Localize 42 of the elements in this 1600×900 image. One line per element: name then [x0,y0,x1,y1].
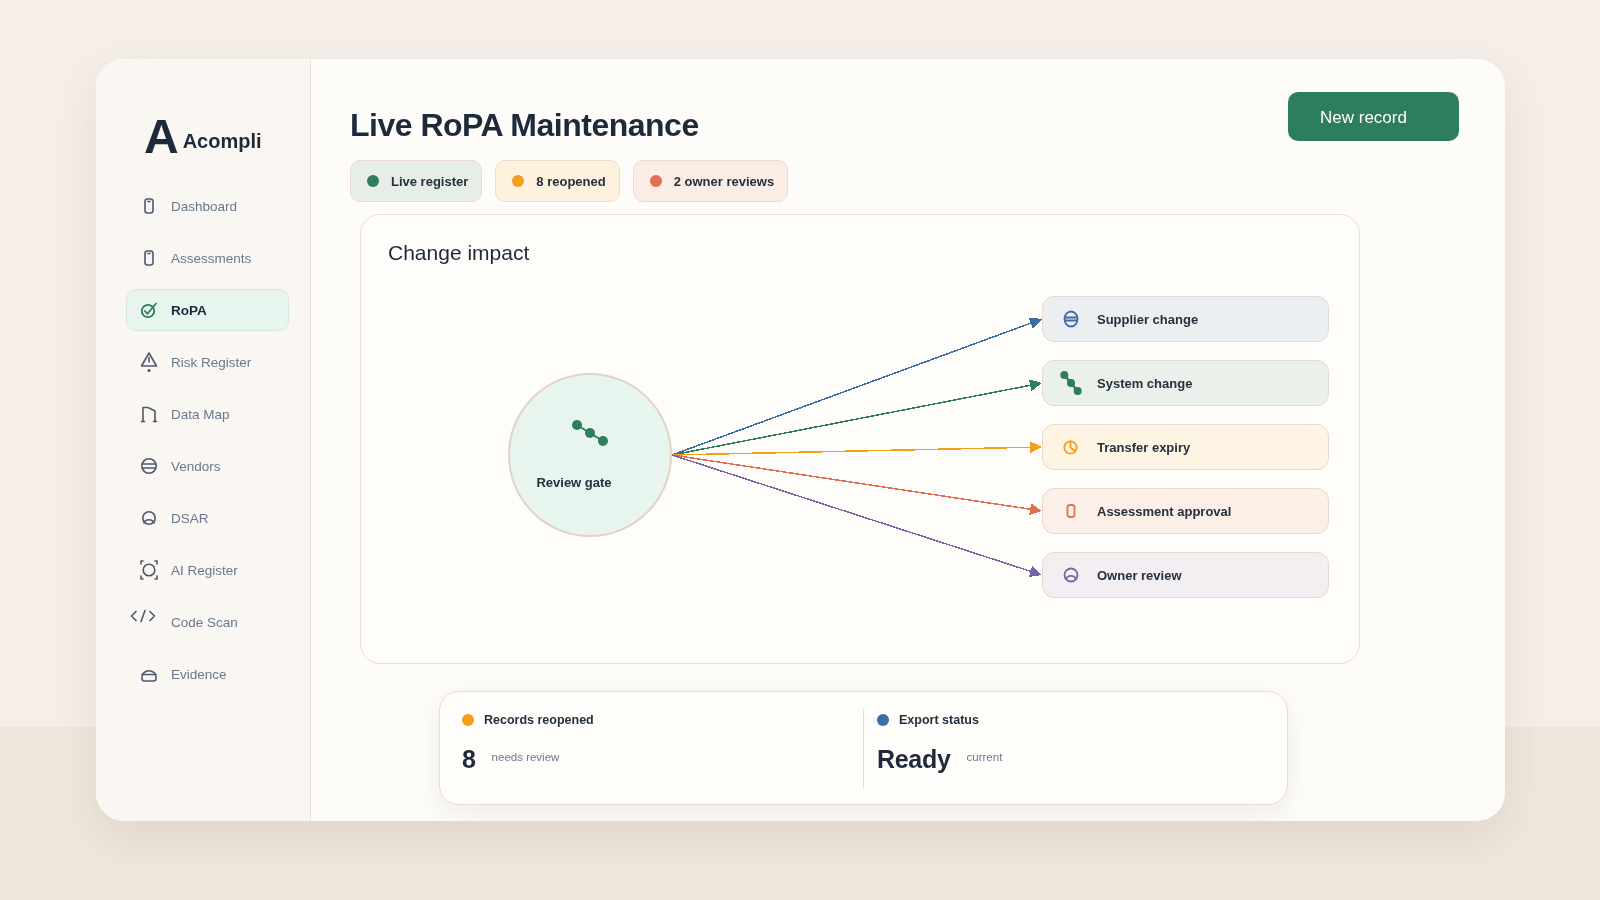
page-title: Live RoPA Maintenance [350,106,700,144]
stat-value: Ready [877,744,951,774]
pill-label: 8 reopened [536,173,606,189]
nav-item[interactable]: Data Map [126,393,289,435]
banded-circle-icon [140,457,158,475]
stat-label: Records reopened [484,713,594,727]
nav-item[interactable]: RoPA [126,289,289,331]
node-label: System change [1097,375,1193,391]
warning-icon [140,351,158,373]
nav-item[interactable]: Risk Register [126,341,289,383]
pill-label: 2 owner reviews [673,173,775,189]
logo-mark: A [144,115,179,159]
node-label: Review gate [536,475,612,490]
nav-item[interactable]: Assessments [126,237,289,279]
bracket-line-icon [140,405,158,423]
code-icon [130,609,156,623]
circle-arc-icon [1062,566,1080,584]
circle-arc-icon [140,509,158,527]
nav-item[interactable]: Vendors [126,445,289,487]
nav-item[interactable]: DSAR [126,497,289,539]
node-label: Assessment approval [1097,503,1232,519]
node-label: Owner review [1097,567,1182,583]
framed-circle-icon [139,559,159,581]
banded-circle-icon [1062,310,1080,328]
nav-item[interactable]: Code Scan [126,601,289,643]
clock-icon [1062,438,1080,456]
stat-value: 8 [462,744,476,774]
nav-item[interactable]: AI Register [126,549,289,591]
check-circle-icon [140,301,158,319]
stat-note: needs review [491,751,560,763]
connected-dots-icon [1059,371,1083,395]
pill-label: Live register [391,173,469,189]
node-label: Transfer expiry [1097,439,1191,455]
node-label: Supplier change [1097,311,1199,327]
connected-dots-icon [572,420,608,446]
stat-note: current [966,751,1003,763]
new-record-button[interactable]: New record [1288,92,1459,141]
brand-name: Acompli [182,129,262,153]
stat-label: Export status [899,713,979,727]
nav-item[interactable]: Evidence [126,653,289,695]
card-title: Change impact [388,240,530,266]
nav-item[interactable]: Dashboard [126,185,289,227]
